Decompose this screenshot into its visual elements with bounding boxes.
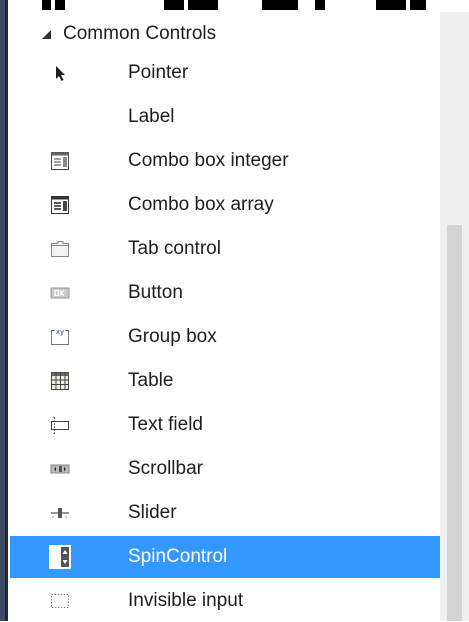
toolbox-item-label-control[interactable]: Label (10, 96, 440, 138)
toolbox-item-scrollbar[interactable]: Scrollbar (10, 448, 440, 490)
table-icon (50, 371, 70, 391)
scrollbar-icon (50, 459, 70, 479)
toolbox-item-group-box[interactable]: xy Group box (10, 316, 440, 358)
scrollbar-thumb[interactable] (447, 225, 462, 621)
toolbox-item-label: Tab control (128, 238, 221, 259)
expand-arrow-icon[interactable] (42, 29, 51, 39)
spin-control-icon (48, 544, 72, 570)
toolbox-item-label: Table (128, 370, 174, 391)
group-box-icon: xy (50, 327, 70, 347)
combo-box-array-icon (50, 195, 70, 215)
pointer-icon (50, 63, 70, 83)
toolbox-item-table[interactable]: Table (10, 360, 440, 402)
slider-icon (50, 503, 70, 523)
toolbox-item-label: Combo box integer (128, 150, 289, 171)
toolbox-item-label: Invisible input (128, 590, 244, 611)
toolbox-item-label: Scrollbar (128, 458, 203, 479)
toolbox-panel: Common Controls Pointer Label Combo box … (10, 12, 440, 621)
invisible-input-icon (50, 591, 70, 611)
toolbox-item-pointer[interactable]: Pointer (10, 52, 440, 94)
toolbox-item-tab-control[interactable]: Tab control (10, 228, 440, 270)
group-header-common-controls[interactable]: Common Controls (10, 16, 440, 52)
toolbox-item-label: Group box (128, 326, 217, 347)
tab-control-icon (50, 239, 70, 259)
window-left-border (0, 0, 8, 621)
svg-text:xy: xy (56, 328, 64, 336)
toolbox-item-label: SpinControl (128, 546, 228, 567)
group-title: Common Controls (63, 23, 217, 44)
button-icon (50, 283, 70, 303)
toolbox-item-label: Text field (128, 414, 203, 435)
toolbox-item-label: Pointer (128, 62, 189, 83)
toolbox-item-label: Button (128, 282, 183, 303)
toolbox-item-combo-box-array[interactable]: Combo box array (10, 184, 440, 226)
text-field-icon (50, 415, 70, 435)
toolbox-item-label: Combo box array (128, 194, 274, 215)
toolbox-item-slider[interactable]: Slider (10, 492, 440, 534)
toolbox-item-spin-control[interactable]: SpinControl (10, 536, 440, 578)
toolbox-item-text-field[interactable]: Text field (10, 404, 440, 446)
toolbox-item-invisible-input[interactable]: Invisible input (10, 580, 440, 622)
toolbox-item-button[interactable]: Button (10, 272, 440, 314)
toolbox-item-label: Slider (128, 502, 177, 523)
toolbox-item-label: Label (128, 106, 175, 127)
toolbox-item-combo-box-integer[interactable]: Combo box integer (10, 140, 440, 182)
combo-box-integer-icon (50, 151, 70, 171)
